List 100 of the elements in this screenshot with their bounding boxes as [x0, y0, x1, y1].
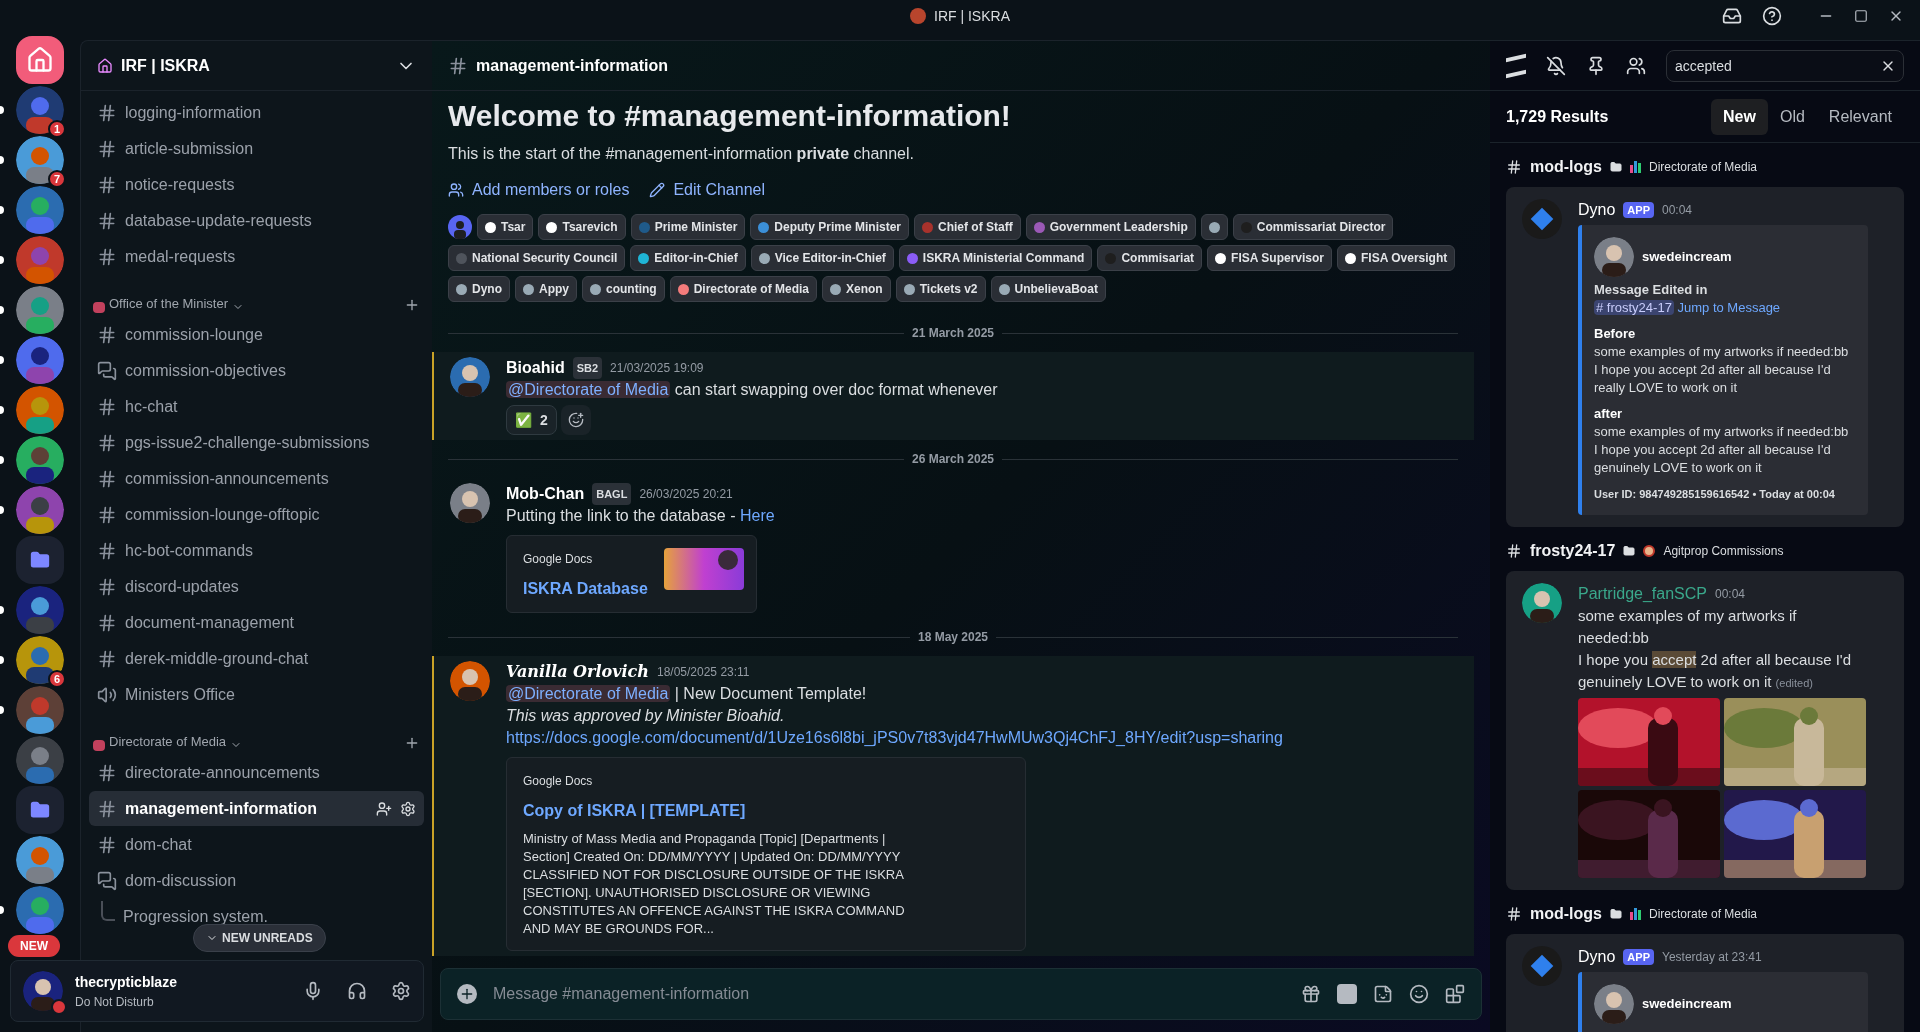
- embed-title[interactable]: ISKRA Database: [523, 578, 648, 600]
- channel-item[interactable]: management-information: [89, 791, 424, 826]
- server-icon[interactable]: [16, 286, 64, 334]
- avatar[interactable]: [1522, 583, 1562, 623]
- channel-item[interactable]: database-update-requests: [89, 203, 424, 238]
- home-button[interactable]: [16, 36, 64, 84]
- server-folder[interactable]: [16, 786, 64, 834]
- help-icon[interactable]: [1762, 6, 1782, 26]
- author-name[interactable]: Mob-Chan: [506, 483, 585, 505]
- role-tag[interactable]: Prime Minister: [630, 214, 746, 240]
- role-mention[interactable]: @Directorate of Media: [506, 381, 671, 398]
- role-tag[interactable]: ISKRA Ministerial Command: [898, 245, 1093, 271]
- channel-item[interactable]: directorate-announcements: [89, 755, 424, 790]
- invite-icon[interactable]: [376, 800, 392, 817]
- settings-icon[interactable]: [400, 800, 416, 817]
- role-tag[interactable]: Commissariat Director: [1232, 214, 1394, 240]
- server-folder[interactable]: [16, 536, 64, 584]
- role-tag[interactable]: Xenon: [822, 276, 891, 302]
- role-tag[interactable]: Government Leadership: [1025, 214, 1196, 240]
- server-icon[interactable]: [16, 436, 64, 484]
- threads-icon[interactable]: [1506, 53, 1526, 78]
- channel-mention[interactable]: # frosty24-17: [1594, 300, 1674, 315]
- server-header[interactable]: IRF | ISKRA: [81, 41, 432, 91]
- author-name[interactable]: Vanilla Orlovich: [506, 661, 649, 683]
- channel-action-link[interactable]: Add members or roles: [448, 178, 630, 202]
- channel-item[interactable]: hc-chat: [89, 389, 424, 424]
- channel-item[interactable]: medal-requests: [89, 239, 424, 274]
- role-tag[interactable]: Appy: [515, 276, 577, 302]
- avatar[interactable]: [450, 357, 490, 397]
- link[interactable]: Jump to Message: [1673, 300, 1781, 315]
- microphone-icon[interactable]: [303, 981, 323, 1001]
- avatar[interactable]: [450, 483, 490, 523]
- channel-item[interactable]: commission-lounge-offtopic: [89, 497, 424, 532]
- maximize-icon[interactable]: [1854, 9, 1868, 23]
- role-tag[interactable]: Vice Editor-in-Chief: [750, 245, 894, 271]
- settings-icon[interactable]: [391, 981, 411, 1001]
- server-icon[interactable]: [16, 336, 64, 384]
- channel-item[interactable]: pgs-issue2-challenge-submissions: [89, 425, 424, 460]
- avatar[interactable]: [23, 971, 63, 1011]
- role-tag[interactable]: Chief of Staff: [914, 214, 1021, 240]
- server-icon[interactable]: [16, 586, 64, 634]
- category-name[interactable]: Office of the Minister: [109, 293, 228, 313]
- gift-icon[interactable]: [1301, 984, 1321, 1004]
- avatar[interactable]: [1594, 237, 1634, 277]
- reaction[interactable]: ✅ 2: [506, 405, 557, 435]
- role-tag[interactable]: Directorate of Media: [669, 276, 817, 302]
- role-tag[interactable]: Dyno: [448, 276, 510, 302]
- role-tag[interactable]: FISA Supervisor: [1207, 245, 1332, 271]
- new-unreads-button[interactable]: NEW UNREADS: [193, 924, 326, 952]
- add-channel-icon[interactable]: [404, 735, 420, 751]
- channel-item[interactable]: discord-updates: [89, 569, 424, 604]
- embed-title[interactable]: Copy of ISKRA | [TEMPLATE]: [523, 800, 913, 822]
- server-icon[interactable]: [16, 136, 64, 184]
- channel-item[interactable]: notice-requests: [89, 167, 424, 202]
- channel-item[interactable]: document-management: [89, 605, 424, 640]
- pin-icon[interactable]: [1586, 55, 1606, 76]
- category-name[interactable]: Directorate of Media: [109, 731, 227, 751]
- channel-item[interactable]: commission-announcements: [89, 461, 424, 496]
- add-attachment-icon[interactable]: [457, 984, 477, 1004]
- channel-item[interactable]: dom-chat: [89, 827, 424, 862]
- sticker-icon[interactable]: [1373, 984, 1393, 1004]
- muted-bell-icon[interactable]: [1546, 55, 1566, 76]
- role-tag[interactable]: Tickets v2: [895, 276, 986, 302]
- search-field[interactable]: accepted: [1666, 49, 1904, 82]
- channel-item[interactable]: logging-information: [89, 95, 424, 130]
- role-tag[interactable]: UnbelievaBoat: [990, 276, 1106, 302]
- apps-icon[interactable]: [1445, 984, 1465, 1004]
- server-icon[interactable]: [16, 836, 64, 884]
- role-tag[interactable]: National Security Council: [448, 245, 626, 271]
- author-name[interactable]: Bioahid: [506, 357, 565, 379]
- link[interactable]: https://docs.google.com/document/d/1Uze16s6l8bi_jPS0v7t83vjd47HwMUw3Qj4ChFJ_8HY/edit?usp=sharing: [506, 729, 1283, 746]
- author-name[interactable]: Partridge_fanSCP: [1578, 583, 1707, 605]
- result-channel[interactable]: frosty24-17: [1530, 539, 1616, 563]
- inbox-icon[interactable]: [1722, 6, 1742, 26]
- role-tag[interactable]: [1200, 214, 1228, 240]
- server-icon[interactable]: [16, 736, 64, 784]
- server-icon[interactable]: [16, 186, 64, 234]
- headphones-icon[interactable]: [347, 981, 367, 1001]
- server-icon[interactable]: [16, 686, 64, 734]
- channel-item[interactable]: commission-objectives: [89, 353, 424, 388]
- channel-item[interactable]: derek-middle-ground-chat: [89, 641, 424, 676]
- role-tag[interactable]: Tsar: [477, 214, 534, 240]
- server-icon[interactable]: [16, 636, 64, 684]
- result-channel[interactable]: mod-logs: [1530, 902, 1602, 926]
- channel-item[interactable]: article-submission: [89, 131, 424, 166]
- add-reaction-icon[interactable]: [560, 405, 591, 435]
- channel-item[interactable]: dom-discussion: [89, 863, 424, 898]
- role-tag[interactable]: Tsarevich: [538, 214, 626, 240]
- result-channel[interactable]: mod-logs: [1530, 155, 1602, 179]
- role-tag[interactable]: FISA Oversight: [1337, 245, 1456, 271]
- author-name[interactable]: Dyno: [1578, 946, 1616, 968]
- channel-item[interactable]: hc-bot-commands: [89, 533, 424, 568]
- sort-tab[interactable]: Relevant: [1816, 98, 1904, 135]
- search-result-card[interactable]: Partridge_fanSCP 00:04 some examples of my artworks if needed:bb I hope you accept 2d after all because I'd genuinely LOVE to work on it (edited): [1506, 571, 1904, 890]
- channel-item[interactable]: commission-lounge: [89, 317, 424, 352]
- link[interactable]: Here: [739, 507, 775, 524]
- members-icon[interactable]: [1626, 55, 1646, 76]
- add-channel-icon[interactable]: [404, 297, 420, 313]
- server-icon[interactable]: [16, 886, 64, 934]
- role-tag[interactable]: Commisariat: [1097, 245, 1203, 271]
